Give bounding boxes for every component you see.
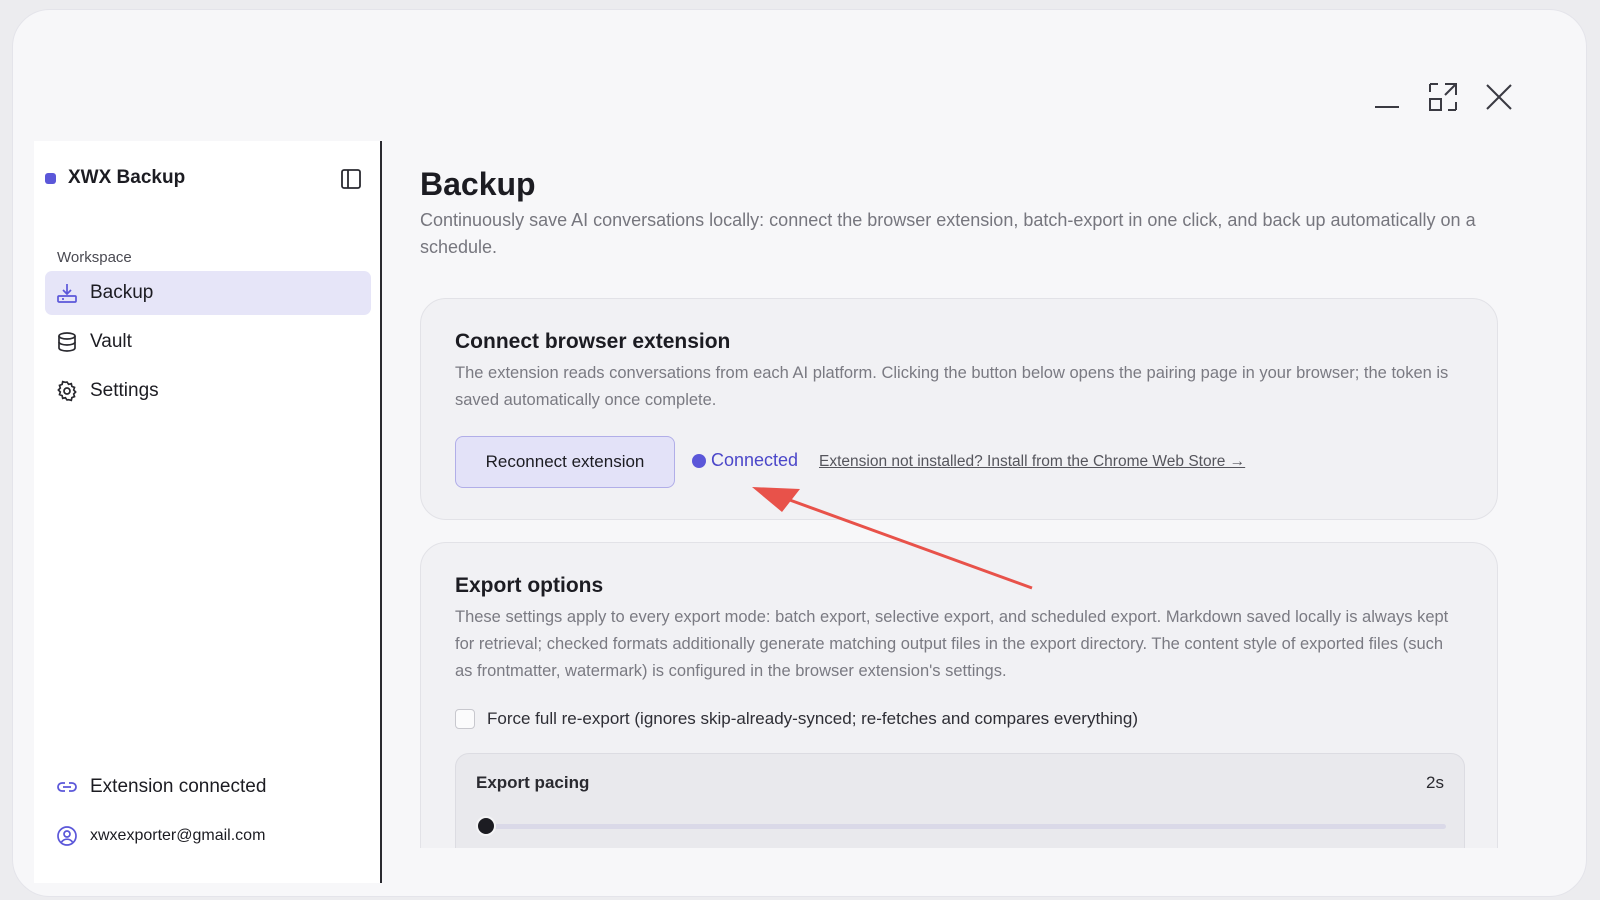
connect-extension-card: Connect browser extension The extension … <box>420 298 1498 520</box>
pacing-slider-track[interactable] <box>486 824 1446 829</box>
status-label: Connected <box>711 450 799 470</box>
user-avatar-icon <box>57 826 77 846</box>
pacing-slider-handle[interactable] <box>476 816 496 836</box>
card-title: Connect browser extension <box>455 330 731 353</box>
card-description: The extension reads conversations from e… <box>455 364 1449 409</box>
install-extension-link[interactable]: Extension not installed? Install from th… <box>819 453 1245 471</box>
sidebar-item-backup[interactable]: Backup <box>45 271 371 315</box>
reconnect-extension-button[interactable]: Reconnect extension <box>455 436 675 488</box>
page-description: Continuously save AI conversations local… <box>420 210 1476 257</box>
app-window: XWX Backup Workspace Backup Vault Settin… <box>12 9 1587 897</box>
page-title: Backup <box>420 166 536 202</box>
close-button[interactable] <box>1482 80 1516 114</box>
close-icon <box>1486 84 1512 110</box>
sidebar-item-label: Backup <box>90 282 154 303</box>
sidebar-item-label: Vault <box>90 331 132 352</box>
gear-icon <box>56 380 78 402</box>
connection-status: Connected <box>692 450 798 471</box>
sidebar-nav: Backup Vault Settings <box>45 271 371 418</box>
sidebar: XWX Backup Workspace Backup Vault Settin… <box>34 141 382 883</box>
sidebar-toggle-button[interactable] <box>340 168 362 195</box>
card-title: Export options <box>455 574 604 597</box>
download-tray-icon <box>56 282 78 304</box>
extension-status[interactable]: Extension connected <box>56 775 266 799</box>
force-reexport-checkbox[interactable] <box>455 709 475 729</box>
sidebar-item-label: Settings <box>90 380 159 401</box>
maximize-icon <box>1429 83 1457 111</box>
main-content: Backup Continuously save AI conversation… <box>420 162 1510 848</box>
window-controls <box>1370 80 1516 114</box>
card-description: These settings apply to every export mod… <box>455 608 1449 680</box>
minimize-icon <box>1375 106 1399 108</box>
section-label-workspace: Workspace <box>57 249 132 266</box>
link-icon <box>57 782 77 792</box>
sidebar-panel-icon <box>341 169 361 189</box>
account-email: xwxexporter@gmail.com <box>90 827 266 844</box>
sidebar-item-vault[interactable]: Vault <box>45 320 371 364</box>
export-options-card: Export options These settings apply to e… <box>420 542 1498 848</box>
sidebar-footer: Extension connected xwxexporter@gmail.co… <box>56 775 266 873</box>
pacing-value: 2s <box>1426 773 1444 792</box>
minimize-button[interactable] <box>1370 80 1404 114</box>
database-icon <box>56 331 78 353</box>
brand: XWX Backup <box>45 167 185 189</box>
force-reexport-label: Force full re-export (ignores skip-alrea… <box>487 709 1138 728</box>
account-row[interactable]: xwxexporter@gmail.com <box>56 824 266 848</box>
sidebar-item-settings[interactable]: Settings <box>45 369 371 413</box>
extension-status-label: Extension connected <box>90 776 267 797</box>
status-dot-icon <box>692 453 706 468</box>
maximize-button[interactable] <box>1426 80 1460 114</box>
brand-logo-icon <box>45 172 56 184</box>
force-reexport-option[interactable]: Force full re-export (ignores skip-alrea… <box>455 709 1138 729</box>
app-name: XWX Backup <box>68 167 186 188</box>
export-pacing-panel: Export pacing 2s <box>455 753 1465 848</box>
pacing-label: Export pacing <box>476 773 590 792</box>
